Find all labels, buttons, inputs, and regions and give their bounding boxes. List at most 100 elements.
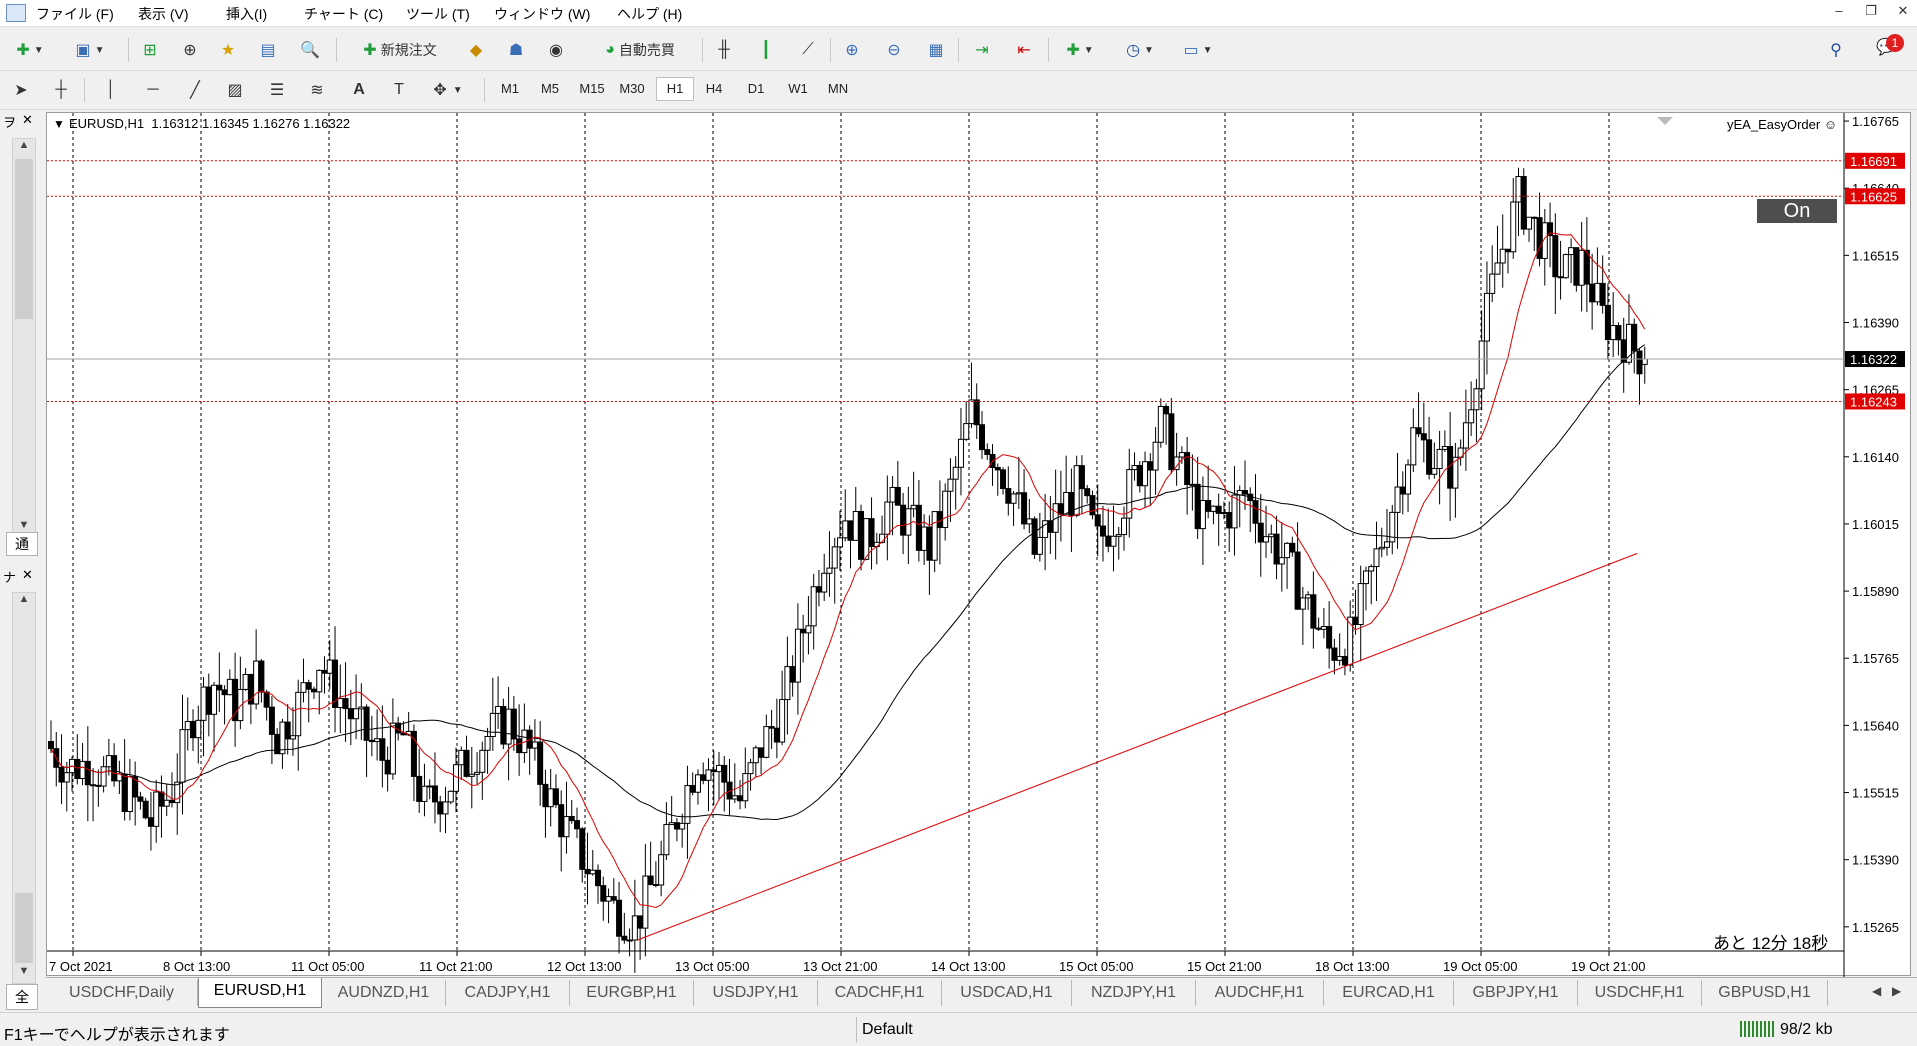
ea-on-button[interactable]: On [1757, 199, 1837, 223]
chart-tab[interactable]: CADJPY,H1 [446, 980, 570, 1006]
chart-tab[interactable]: NZDJPY,H1 [1072, 980, 1196, 1006]
restore-icon[interactable]: ❐ [1862, 3, 1880, 21]
candle-bear [1631, 323, 1638, 352]
chart-canvas[interactable]: 1.167651.166401.165151.163901.162651.161… [47, 113, 1912, 977]
chart-tab[interactable]: USDCHF,Daily [46, 980, 198, 1006]
chart-tab[interactable]: USDJPY,H1 [694, 980, 818, 1006]
left-panel: ヲ ✕ ▲ ▼ 通 ナ ✕ ▲ ▼ 全 [0, 112, 40, 1012]
bar-chart-button[interactable]: ╫ [710, 37, 738, 63]
navigator-button[interactable]: ★ [214, 37, 242, 63]
data-window-button[interactable]: ⊕ [176, 37, 204, 63]
arrows-button[interactable]: ✥ ▼ [424, 77, 472, 103]
terminal-icon: ▤ [260, 42, 276, 59]
panel-scrollbar-top[interactable]: ▲ ▼ [12, 138, 36, 540]
candle-bull [1368, 566, 1375, 572]
panel-close-icon[interactable]: ✕ [22, 112, 33, 128]
timeframe-m15[interactable]: M15 [574, 77, 610, 101]
candle-bear [868, 518, 875, 548]
menu-help[interactable]: ヘルプ (H) [617, 4, 682, 24]
menu-view[interactable]: 表示 (V) [138, 4, 189, 24]
timeframe-m5[interactable]: M5 [532, 77, 568, 101]
chart-window[interactable]: 1.167651.166401.165151.163901.162651.161… [46, 112, 1912, 977]
timeframe-d1[interactable]: D1 [738, 77, 774, 101]
tile-windows-button[interactable]: ▦ [922, 37, 950, 63]
menu-tools[interactable]: ツール (T) [406, 4, 470, 24]
tab-scroll-left-icon[interactable]: ◀ [1872, 984, 1881, 998]
timeframe-m30[interactable]: M30 [614, 77, 650, 101]
chart-shift-button[interactable]: ⇤ [1010, 37, 1038, 63]
zoom-out-button[interactable]: ⊖ [880, 37, 908, 63]
candlestick-button[interactable]: ┃ [752, 37, 780, 63]
candle-bull [300, 682, 307, 693]
cursor-button[interactable]: ➤ [8, 77, 34, 103]
chart-tab[interactable]: CADCHF,H1 [818, 980, 942, 1006]
candle-bull [705, 769, 712, 781]
moving-average-slow [50, 344, 1645, 821]
community-button[interactable]: ☗ [502, 37, 530, 63]
line-chart-button[interactable]: ⟋ [794, 37, 822, 63]
close-icon[interactable]: ✕ [1894, 3, 1912, 21]
chart-tab[interactable]: USDCAD,H1 [942, 980, 1072, 1006]
strategy-tester-button[interactable]: 🔍 [296, 37, 324, 63]
menu-insert[interactable]: 挿入(I) [226, 4, 267, 24]
candle-bear [573, 820, 580, 830]
chart-tab[interactable]: USDCHF,H1 [1578, 980, 1702, 1006]
timeframe-m1[interactable]: M1 [492, 77, 528, 101]
text-label-button[interactable]: T [386, 77, 412, 103]
new-chart-button[interactable]: ✚ ▼ [6, 37, 54, 63]
text-button[interactable]: A [346, 77, 372, 103]
scroll-up-icon[interactable]: ▲ [13, 593, 35, 605]
search-button[interactable]: ⚲ [1822, 37, 1850, 63]
templates-button[interactable]: ▭ ▼ [1174, 37, 1222, 63]
chart-tab[interactable]: EURGBP,H1 [570, 980, 694, 1006]
crosshair-button[interactable]: ┼ [48, 77, 74, 103]
meta-editor-button[interactable]: ◆ [462, 37, 490, 63]
candle-bull [1299, 597, 1306, 610]
timeframe-w1[interactable]: W1 [780, 77, 816, 101]
chart-collapse-icon[interactable]: ▼ [53, 117, 65, 131]
panel-tab-1[interactable]: 通 [6, 532, 38, 556]
panel-scrollbar-bottom[interactable]: ▲ ▼ [12, 592, 36, 984]
horizontal-line-button[interactable]: ─ [140, 77, 166, 103]
auto-scroll-button[interactable]: ⇥ [968, 37, 996, 63]
timeframe-h1[interactable]: H1 [656, 77, 694, 101]
scroll-down-icon[interactable]: ▼ [13, 519, 35, 531]
scroll-down-icon[interactable]: ▼ [13, 965, 35, 977]
candle-bull [1362, 570, 1369, 585]
menu-window[interactable]: ウィンドウ (W) [494, 4, 590, 24]
fibonacci-fan-button[interactable]: ≋ [304, 77, 330, 103]
profiles-button[interactable]: ▣ ▼ [66, 37, 114, 63]
candle-bear [1589, 283, 1596, 303]
tab-scroll-right-icon[interactable]: ▶ [1892, 984, 1901, 998]
panel-close-icon[interactable]: ✕ [22, 567, 33, 583]
trendline-button[interactable]: ╱ [182, 77, 208, 103]
chart-tab[interactable]: GBPUSD,H1 [1702, 980, 1828, 1006]
new-order-button[interactable]: ✚ 新規注文 [346, 37, 454, 63]
app-icon[interactable] [6, 4, 26, 22]
scroll-thumb[interactable] [15, 893, 33, 963]
panel-tab-2[interactable]: 全 [6, 984, 38, 1010]
scroll-up-icon[interactable]: ▲ [13, 139, 35, 151]
minimize-icon[interactable]: – [1830, 3, 1848, 21]
fibonacci-button[interactable]: ☰ [264, 77, 290, 103]
chart-tab[interactable]: GBPJPY,H1 [1454, 980, 1578, 1006]
terminal-button[interactable]: ▤ [254, 37, 282, 63]
menu-file[interactable]: ファイル (F) [36, 4, 114, 24]
timeframe-mn[interactable]: MN [820, 77, 856, 101]
signals-button[interactable]: ◉ [542, 37, 570, 63]
periods-button[interactable]: ◷ ▼ [1116, 37, 1164, 63]
scroll-thumb[interactable] [15, 159, 33, 319]
timeframe-h4[interactable]: H4 [696, 77, 732, 101]
chart-tab[interactable]: AUDNZD,H1 [322, 980, 446, 1006]
chart-tab[interactable]: AUDCHF,H1 [1196, 980, 1324, 1006]
auto-trading-button[interactable]: ◕ 自動売買 [584, 37, 696, 63]
chart-tab-active[interactable]: EURUSD,H1 [198, 978, 322, 1008]
notifications-button[interactable]: 💬 1 [1866, 34, 1906, 60]
chart-tab[interactable]: EURCAD,H1 [1324, 980, 1454, 1006]
equidistant-channel-button[interactable]: ▨ [222, 77, 248, 103]
vertical-line-button[interactable]: │ [98, 77, 124, 103]
indicators-button[interactable]: ✚ ▼ [1058, 37, 1102, 63]
zoom-in-button[interactable]: ⊕ [838, 37, 866, 63]
menu-chart[interactable]: チャート (C) [304, 4, 383, 24]
market-watch-button[interactable]: ⊞ [136, 37, 164, 63]
